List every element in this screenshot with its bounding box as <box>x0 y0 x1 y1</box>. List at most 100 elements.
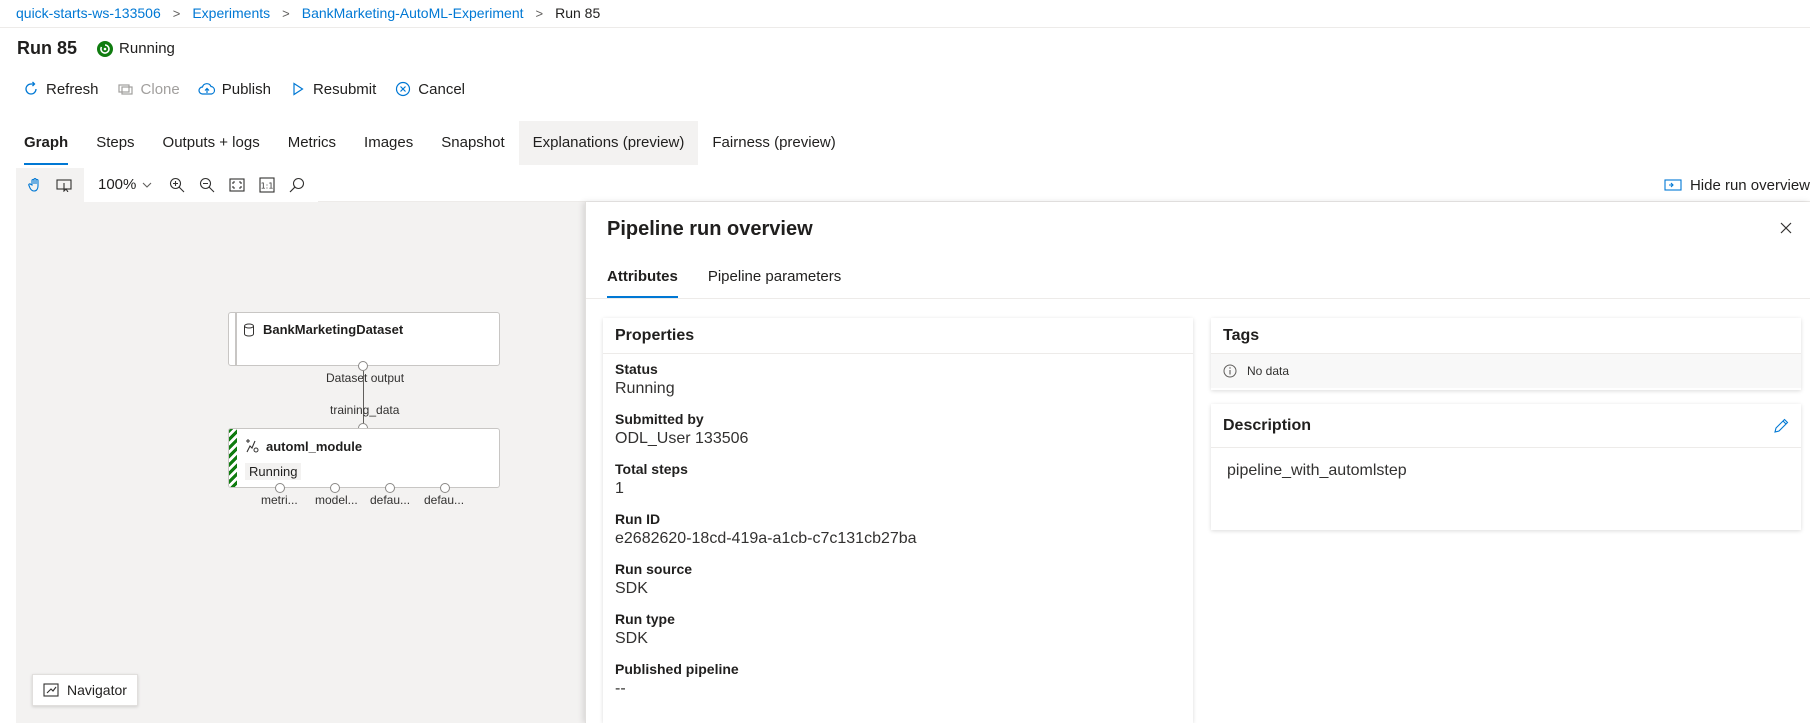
property-value: SDK <box>615 580 648 597</box>
property-label: Run type <box>615 611 675 627</box>
property-status: Status Running <box>615 360 1181 400</box>
tab-attributes[interactable]: Attributes <box>607 260 678 300</box>
automl-node-label: automl_module <box>266 438 363 454</box>
description-title: Description <box>1223 416 1312 434</box>
tab-metrics[interactable]: Metrics <box>274 121 350 165</box>
hide-run-overview-label: Hide run overview <box>1689 176 1810 194</box>
clone-label: Clone <box>140 80 180 98</box>
output-port-label: model... <box>315 493 358 507</box>
property-label: Run ID <box>615 511 661 527</box>
clone-button[interactable]: Clone <box>117 80 180 98</box>
output-port-label: defau... <box>370 493 411 507</box>
cancel-button[interactable]: Cancel <box>394 80 465 98</box>
select-mode-button[interactable] <box>50 171 80 199</box>
property-label: Total steps <box>615 461 688 477</box>
zoom-out-button[interactable] <box>192 171 222 199</box>
clone-icon <box>117 80 135 98</box>
panel-title: Pipeline run overview <box>607 218 813 240</box>
canvas-mode-group <box>16 167 84 202</box>
properties-list: Status Running Submitted by ODL_User 133… <box>603 354 1193 700</box>
resubmit-button[interactable]: Resubmit <box>289 80 376 98</box>
dataset-output-port[interactable] <box>358 361 368 371</box>
edge-label: training_data <box>330 403 400 417</box>
resubmit-label: Resubmit <box>312 80 377 98</box>
select-cursor-icon <box>56 178 74 192</box>
refresh-button[interactable]: Refresh <box>22 80 99 98</box>
properties-header: Properties <box>603 318 1193 354</box>
tab-steps[interactable]: Steps <box>82 121 148 165</box>
output-port-3[interactable] <box>385 483 395 493</box>
property-label: Submitted by <box>615 411 704 427</box>
run-tabs: Graph Steps Outputs + logs Metrics Image… <box>10 121 850 165</box>
node-left-bar <box>235 313 237 365</box>
dataset-node-label: BankMarketingDataset <box>263 322 404 337</box>
property-run-id: Run ID e2682620-18cd-419a-a1cb-c7c131cb2… <box>615 510 1181 550</box>
info-icon <box>1223 364 1237 378</box>
cloud-upload-icon <box>198 80 216 98</box>
chevron-right-icon: > <box>535 5 544 21</box>
dataset-node-title: BankMarketingDataset <box>243 322 403 337</box>
property-label: Published pipeline <box>615 661 739 677</box>
refresh-label: Refresh <box>46 80 99 98</box>
description-card: Description pipeline_with_automlstep <box>1211 404 1801 530</box>
property-label: Run source <box>615 561 693 577</box>
output-port-2[interactable] <box>330 483 340 493</box>
zoom-out-icon <box>199 177 215 193</box>
tab-snapshot[interactable]: Snapshot <box>427 121 518 165</box>
actual-size-button[interactable]: 1:1 <box>252 171 282 199</box>
automl-module-node[interactable]: automl_module Running <box>228 428 500 488</box>
publish-label: Publish <box>221 80 271 98</box>
tab-graph[interactable]: Graph <box>10 121 82 165</box>
property-run-source: Run source SDK <box>615 560 1181 600</box>
tags-header: Tags <box>1211 318 1801 354</box>
publish-button[interactable]: Publish <box>198 80 271 98</box>
panel-tabs: Attributes Pipeline parameters <box>607 260 871 300</box>
navigator-icon <box>43 683 59 697</box>
tab-pipeline-parameters[interactable]: Pipeline parameters <box>708 260 841 300</box>
pan-hand-button[interactable] <box>20 171 50 199</box>
hand-icon <box>27 177 43 193</box>
tab-fairness[interactable]: Fairness (preview) <box>698 121 849 165</box>
tab-outputs-logs[interactable]: Outputs + logs <box>149 121 274 165</box>
edit-pencil-icon[interactable] <box>1773 418 1789 434</box>
zoom-dropdown[interactable]: 100% <box>98 176 152 193</box>
property-label: Status <box>615 361 658 377</box>
automl-node-title: automl_module <box>244 438 362 454</box>
dataset-output-label: Dataset output <box>326 371 405 385</box>
output-port-4[interactable] <box>440 483 450 493</box>
actual-size-icon: 1:1 <box>259 176 275 193</box>
close-panel-button[interactable] <box>1774 216 1798 240</box>
run-toolbar: Refresh Clone Publish Resubmit Cancel <box>22 80 483 98</box>
status-badge: Running <box>97 40 175 57</box>
canvas-toolbar: 100% 1:1 Hide run overview <box>16 167 1810 202</box>
breadcrumb-experiment-link[interactable]: BankMarketing-AutoML-Experiment <box>302 5 524 21</box>
fit-to-screen-button[interactable] <box>222 171 252 199</box>
automl-icon <box>244 438 260 454</box>
chevron-right-icon: > <box>282 5 290 21</box>
tab-images[interactable]: Images <box>350 121 427 165</box>
zoom-in-button[interactable] <box>162 171 192 199</box>
property-value: 1 <box>615 480 624 497</box>
output-port-label: defau... <box>424 493 465 507</box>
search-graph-button[interactable] <box>282 171 312 199</box>
running-stripe <box>229 429 237 487</box>
tags-card: Tags No data <box>1211 318 1801 390</box>
pipeline-run-overview-panel: Pipeline run overview Attributes Pipelin… <box>585 202 1810 723</box>
breadcrumb-experiments-link[interactable]: Experiments <box>192 5 270 21</box>
breadcrumb-workspace-link[interactable]: quick-starts-ws-133506 <box>16 5 161 21</box>
hide-run-overview-button[interactable]: Hide run overview <box>1664 168 1810 202</box>
breadcrumb-current-run: Run 85 <box>555 5 601 21</box>
status-text: Running <box>119 40 175 57</box>
search-icon <box>289 177 305 193</box>
running-status-icon <box>97 40 114 57</box>
module-status-badge: Running <box>245 463 302 480</box>
dataset-node[interactable]: BankMarketingDataset <box>228 312 500 366</box>
output-port-1[interactable] <box>275 483 285 493</box>
zoom-value: 100% <box>98 176 137 193</box>
chevron-down-icon <box>142 182 152 188</box>
properties-card: Properties Status Running Submitted by O… <box>603 318 1193 723</box>
cancel-circle-icon <box>394 80 412 98</box>
tab-explanations[interactable]: Explanations (preview) <box>518 121 699 165</box>
tags-empty-state: No data <box>1211 354 1801 388</box>
navigator-button[interactable]: Navigator <box>32 674 138 706</box>
